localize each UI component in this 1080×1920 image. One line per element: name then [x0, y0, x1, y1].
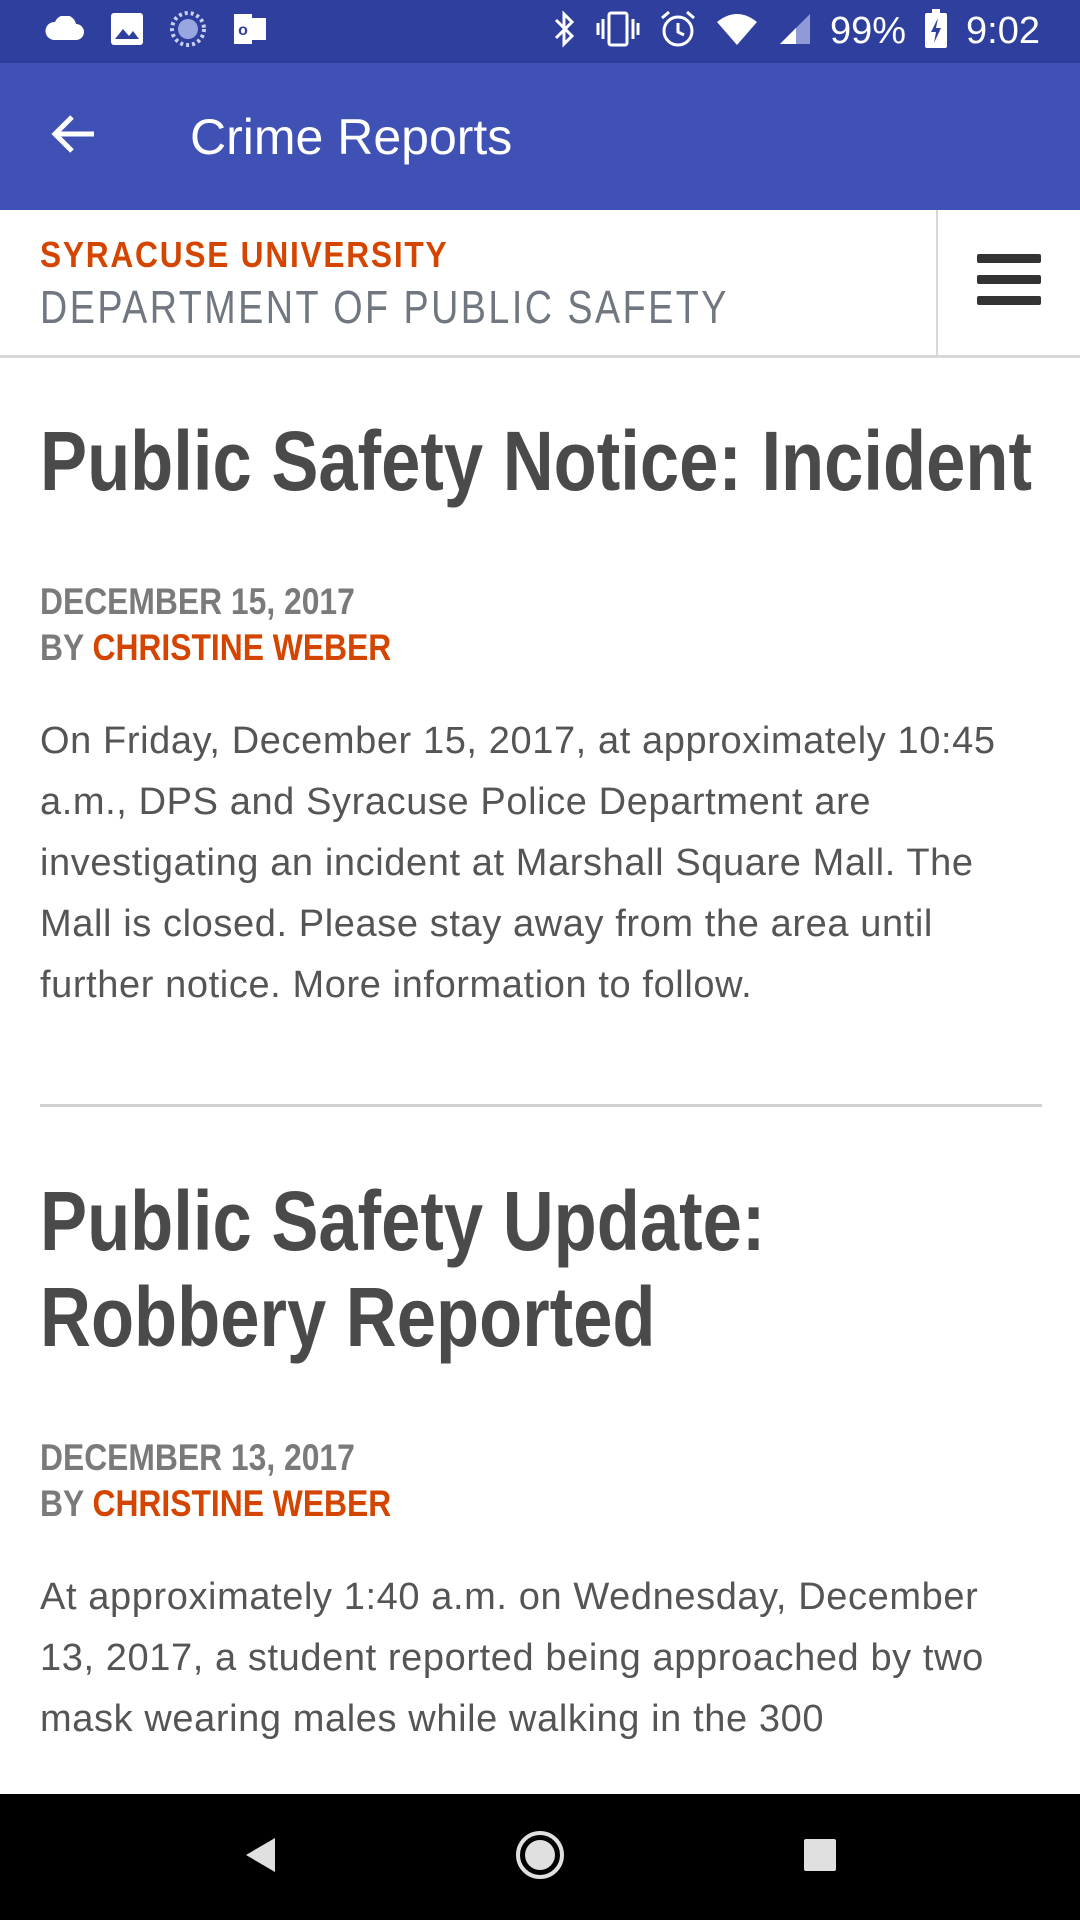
nav-recents-icon: [803, 1838, 837, 1877]
article-list[interactable]: Public Safety Notice: Incident DECEMBER …: [40, 358, 1042, 1794]
article-item: Public Safety Notice: Incident DECEMBER …: [40, 358, 1042, 1016]
app-title: Crime Reports: [190, 108, 513, 165]
nav-back-icon: [243, 1836, 277, 1879]
article-item: Public Safety Update: Robbery Reported D…: [40, 1104, 1042, 1750]
nav-recents-button[interactable]: [770, 1807, 870, 1907]
article-byline: BY CHRISTINE WEBER: [40, 625, 902, 671]
loading-icon: [170, 11, 206, 52]
wifi-icon: [716, 12, 758, 51]
cloud-icon: [44, 15, 84, 47]
arrow-back-icon: [50, 114, 96, 159]
alarm-icon: [658, 9, 698, 54]
brand-department: DEPARTMENT OF PUBLIC SAFETY: [40, 281, 729, 333]
battery-charging-icon: [924, 9, 948, 54]
clock-time: 9:02: [966, 10, 1040, 52]
article-date: DECEMBER 15, 2017: [40, 581, 355, 622]
nav-home-icon: [515, 1830, 565, 1885]
svg-text:o: o: [238, 22, 248, 39]
brand-university: SYRACUSE UNIVERSITY: [40, 234, 449, 275]
battery-percent: 99%: [829, 10, 907, 52]
system-nav-bar: [0, 1794, 1080, 1920]
nav-back-button[interactable]: [210, 1807, 310, 1907]
status-left-icons: o: [44, 11, 294, 52]
byline-label: BY: [40, 1483, 84, 1524]
back-button[interactable]: [36, 100, 110, 174]
article-title[interactable]: Public Safety Update: Robbery Reported: [40, 1173, 1040, 1365]
image-icon: [110, 12, 144, 51]
hamburger-menu-icon: [976, 252, 1042, 313]
article-body: At approximately 1:40 a.m. on Wednesday,…: [40, 1576, 984, 1740]
outlook-icon: o: [232, 12, 268, 51]
app-bar: Crime Reports: [0, 63, 1080, 210]
vibrate-icon: [596, 11, 640, 52]
nav-home-button[interactable]: [490, 1807, 590, 1907]
author-link[interactable]: CHRISTINE WEBER: [92, 627, 391, 668]
article-date: DECEMBER 13, 2017: [40, 1437, 355, 1478]
article-title[interactable]: Public Safety Notice: Incident: [40, 413, 1040, 509]
site-header: SYRACUSE UNIVERSITY DEPARTMENT OF PUBLIC…: [0, 210, 1080, 358]
author-link[interactable]: CHRISTINE WEBER: [92, 1483, 391, 1524]
site-logo[interactable]: SYRACUSE UNIVERSITY DEPARTMENT OF PUBLIC…: [40, 234, 880, 334]
signal-icon: [776, 12, 812, 51]
article-byline: BY CHRISTINE WEBER: [40, 1481, 902, 1527]
status-right-icons: 99% 9:02: [534, 9, 1040, 54]
bluetooth-icon: [552, 10, 578, 53]
status-bar: o 99% 9:02: [0, 0, 1080, 63]
menu-button[interactable]: [936, 210, 1080, 355]
byline-label: BY: [40, 627, 84, 668]
article-body: On Friday, December 15, 2017, at approxi…: [40, 720, 996, 1006]
